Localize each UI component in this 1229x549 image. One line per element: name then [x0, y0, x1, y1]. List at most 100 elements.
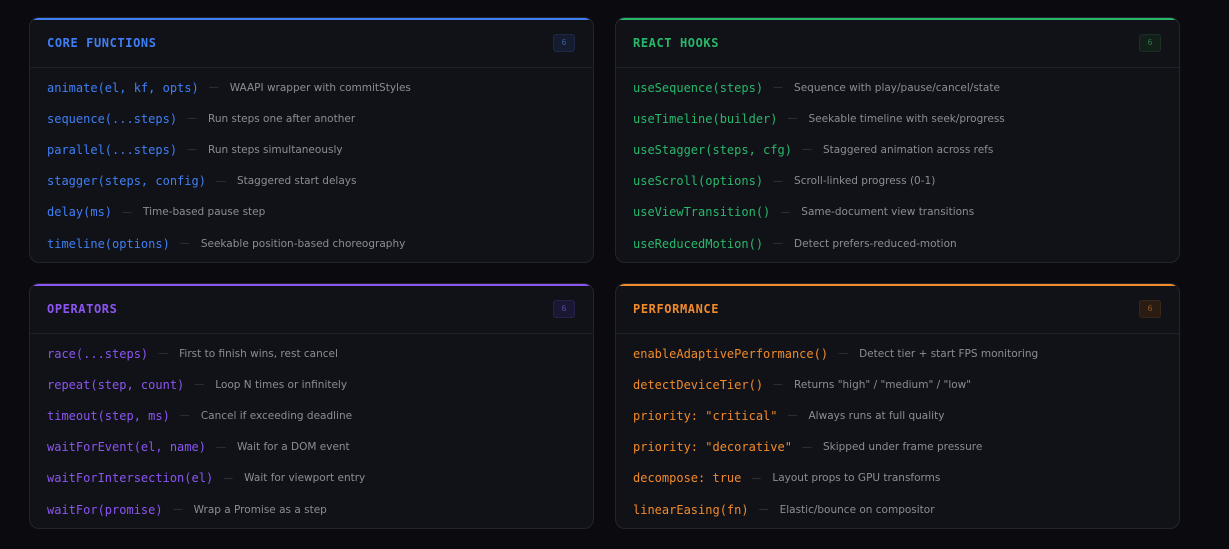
api-signature[interactable]: waitForEvent(el, name) — [47, 440, 206, 454]
card-performance: PERFORMANCE 6 enableAdaptivePerformance() —… — [615, 283, 1180, 529]
api-description: Seekable position-based choreography — [200, 237, 406, 250]
api-list-item: useViewTransition() — Same-document view t… — [616, 197, 1179, 228]
api-list: useSequence(steps) — Sequence with play/pa… — [616, 68, 1179, 259]
api-description: Time-based pause step — [143, 206, 266, 219]
api-list-item: waitForIntersection(el) — Wait for viewpor… — [30, 463, 593, 494]
count-badge: 6 — [1139, 299, 1161, 318]
api-signature[interactable]: priority: "decorative" — [633, 440, 792, 454]
separator-dash: — — [801, 144, 812, 156]
api-description: Staggered start delays — [236, 175, 357, 188]
api-signature[interactable]: race(...steps) — [47, 347, 148, 361]
card-core-functions: CORE FUNCTIONS 6 animate(el, kf, opts) — WAA… — [29, 17, 594, 263]
card-title: CORE FUNCTIONS — [47, 35, 157, 50]
api-signature[interactable]: timeline(options) — [47, 237, 170, 251]
separator-dash: — — [158, 348, 169, 360]
api-signature[interactable]: useStagger(steps, cfg) — [633, 143, 792, 157]
separator-dash: — — [773, 82, 784, 94]
api-list-item: detectDeviceTier() — Returns "high" / "med… — [616, 369, 1179, 400]
api-description: Scroll-linked progress (0-1) — [794, 175, 936, 188]
api-description: Always runs at full quality — [808, 409, 945, 422]
api-description: Wrap a Promise as a step — [193, 503, 327, 516]
api-description: WAAPI wrapper with commitStyles — [229, 81, 411, 94]
api-list-item: timeout(step, ms) — Cancel if exceeding de… — [30, 400, 593, 431]
api-signature[interactable]: detectDeviceTier() — [633, 378, 763, 392]
separator-dash: — — [780, 206, 791, 218]
card-operators: OPERATORS 6 race(...steps) — First to finish… — [29, 283, 594, 529]
api-signature[interactable]: useTimeline(builder) — [633, 112, 778, 126]
api-signature[interactable]: useScroll(options) — [633, 174, 763, 188]
api-signature[interactable]: linearEasing(fn) — [633, 503, 749, 517]
api-description: Seekable timeline with seek/progress — [808, 112, 1005, 125]
api-signature[interactable]: repeat(step, count) — [47, 378, 184, 392]
separator-dash: — — [773, 238, 784, 250]
separator-dash: — — [179, 238, 190, 250]
api-description: First to finish wins, rest cancel — [179, 347, 338, 360]
api-signature[interactable]: waitForIntersection(el) — [47, 471, 213, 485]
api-list-item: enableAdaptivePerformance() — Detect tier … — [616, 338, 1179, 369]
api-signature[interactable]: enableAdaptivePerformance() — [633, 347, 828, 361]
api-signature[interactable]: stagger(steps, config) — [47, 174, 206, 188]
api-description: Layout props to GPU transforms — [772, 472, 941, 485]
api-list-item: useScroll(options) — Scroll-linked progres… — [616, 166, 1179, 197]
api-list-item: waitFor(promise) — Wrap a Promise as a ste… — [30, 494, 593, 525]
api-list-item: stagger(steps, config) — Staggered start d… — [30, 166, 593, 197]
api-list: race(...steps) — First to finish wins, res… — [30, 334, 593, 525]
separator-dash: — — [215, 441, 226, 453]
api-list-item: repeat(step, count) — Loop N times or infi… — [30, 369, 593, 400]
separator-dash: — — [223, 472, 234, 484]
api-list-item: priority: "decorative" — Skipped under fra… — [616, 432, 1179, 463]
separator-dash: — — [751, 472, 762, 484]
api-list-item: timeline(options) — Seekable position-base… — [30, 228, 593, 259]
api-description: Staggered animation across refs — [822, 143, 994, 156]
api-description: Sequence with play/pause/cancel/state — [794, 81, 1000, 94]
card-header: CORE FUNCTIONS 6 — [30, 18, 593, 68]
api-list-item: animate(el, kf, opts) — WAAPI wrapper with… — [30, 72, 593, 103]
count-badge: 6 — [553, 33, 575, 52]
api-description: Skipped under frame pressure — [822, 441, 983, 454]
api-description: Same-document view transitions — [801, 206, 975, 219]
api-description: Detect tier + start FPS monitoring — [859, 347, 1039, 360]
separator-dash: — — [215, 175, 226, 187]
api-list-item: useReducedMotion() — Detect prefers-reduce… — [616, 228, 1179, 259]
separator-dash: — — [187, 144, 198, 156]
api-signature[interactable]: animate(el, kf, opts) — [47, 81, 199, 95]
count-badge: 6 — [553, 299, 575, 318]
separator-dash: — — [801, 441, 812, 453]
api-signature[interactable]: delay(ms) — [47, 205, 112, 219]
api-list-item: useStagger(steps, cfg) — Staggered animati… — [616, 134, 1179, 165]
card-title: OPERATORS — [47, 301, 118, 316]
card-react-hooks: REACT HOOKS 6 useSequence(steps) — Sequence … — [615, 17, 1180, 263]
api-signature[interactable]: priority: "critical" — [633, 409, 778, 423]
separator-dash: — — [122, 206, 133, 218]
api-signature[interactable]: timeout(step, ms) — [47, 409, 170, 423]
api-list-item: sequence(...steps) — Run steps one after a… — [30, 103, 593, 134]
api-signature[interactable]: waitFor(promise) — [47, 503, 163, 517]
api-description: Wait for a DOM event — [236, 441, 350, 454]
api-signature[interactable]: parallel(...steps) — [47, 143, 177, 157]
api-signature[interactable]: sequence(...steps) — [47, 112, 177, 126]
api-description: Detect prefers-reduced-motion — [794, 237, 957, 250]
api-signature[interactable]: useSequence(steps) — [633, 81, 763, 95]
api-description: Wait for viewport entry — [244, 472, 366, 485]
separator-dash: — — [758, 504, 769, 516]
api-description: Cancel if exceeding deadline — [200, 409, 353, 422]
api-list-item: linearEasing(fn) — Elastic/bounce on compo… — [616, 494, 1179, 525]
separator-dash: — — [787, 410, 798, 422]
card-title: REACT HOOKS — [633, 35, 720, 50]
card-title: PERFORMANCE — [633, 301, 720, 316]
api-description: Run steps simultaneously — [208, 143, 343, 156]
api-list-item: priority: "critical" — Always runs at full… — [616, 400, 1179, 431]
api-signature[interactable]: decompose: true — [633, 471, 741, 485]
separator-dash: — — [773, 175, 784, 187]
api-description: Returns "high" / "medium" / "low" — [794, 378, 972, 391]
api-signature[interactable]: useViewTransition() — [633, 205, 770, 219]
separator-dash: — — [179, 410, 190, 422]
api-signature[interactable]: useReducedMotion() — [633, 237, 763, 251]
separator-dash: — — [787, 113, 798, 125]
separator-dash: — — [208, 82, 219, 94]
separator-dash: — — [187, 113, 198, 125]
card-header: REACT HOOKS 6 — [616, 18, 1179, 68]
api-description: Elastic/bounce on compositor — [779, 503, 935, 516]
api-description: Loop N times or infinitely — [215, 378, 348, 391]
separator-dash: — — [194, 379, 205, 391]
